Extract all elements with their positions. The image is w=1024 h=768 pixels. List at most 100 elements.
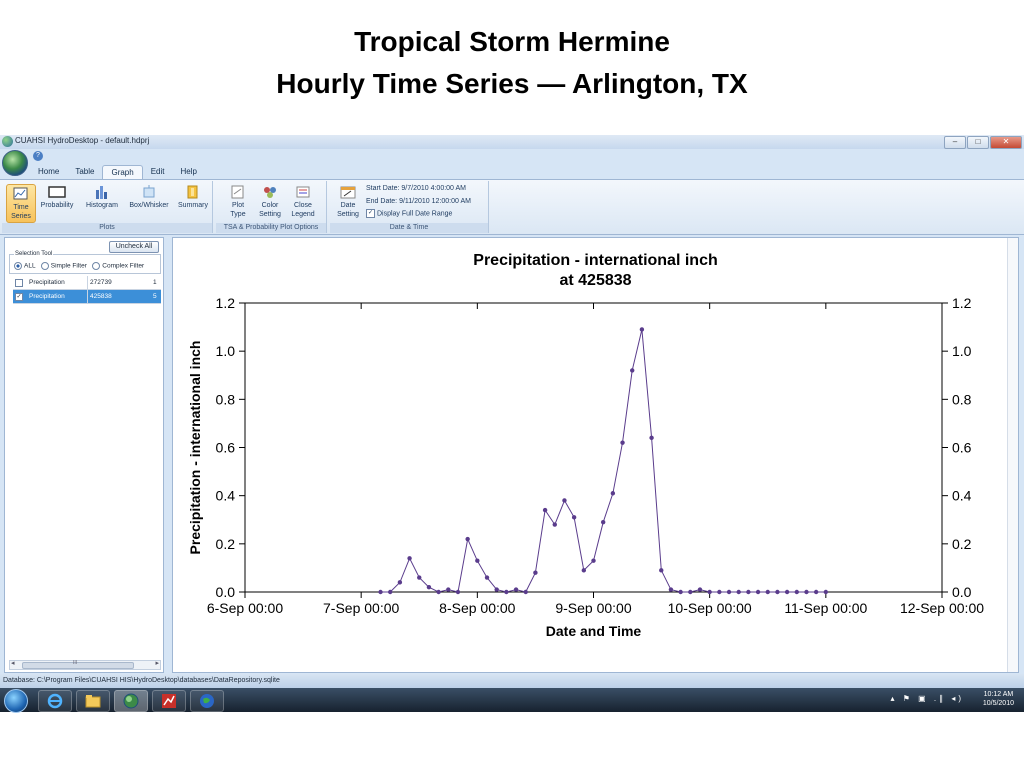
data-point	[697, 587, 703, 592]
row-count: 1	[153, 279, 157, 286]
box-whisker-button[interactable]: Box/Whisker	[126, 184, 172, 210]
data-point	[678, 589, 683, 595]
folder-icon	[85, 695, 101, 708]
histogram-button[interactable]: Histogram	[82, 184, 122, 210]
help-icon[interactable]: ?	[33, 151, 43, 161]
full-date-range-option[interactable]: ✓ Display Full Date Range	[366, 209, 452, 218]
hydrodesktop-icon	[123, 693, 139, 709]
series-line	[380, 329, 826, 593]
clock[interactable]: 10:12 AM 10/5/2010	[983, 690, 1014, 708]
table-row[interactable]: Precipitation 272739 1	[13, 276, 161, 290]
app-icon	[2, 136, 13, 147]
taskbar: ▴ ⚑ ▣ .∥ ◂) 10:12 AM 10/5/2010	[0, 688, 1024, 713]
y-tick-label-right: 0.0	[952, 584, 972, 600]
close-button[interactable]: ✕	[990, 136, 1022, 149]
plot-frame	[244, 302, 943, 593]
summary-label: Summary	[178, 202, 208, 209]
data-point	[475, 558, 480, 563]
data-point	[446, 587, 451, 592]
plot-type-label-1: Plot	[231, 202, 245, 209]
end-date-text: End Date: 9/11/2010 12:00:00 AM	[366, 198, 471, 205]
full-date-range-checkbox[interactable]: ✓	[366, 209, 375, 218]
histogram-icon	[96, 186, 107, 199]
radio-complex-filter[interactable]	[92, 262, 101, 270]
data-point	[639, 327, 645, 332]
y-tick-label: 0.0	[216, 584, 236, 600]
data-point	[426, 584, 432, 590]
close-legend-button[interactable]: Close Legend	[288, 184, 318, 219]
y-tick-label: 1.0	[216, 343, 236, 359]
data-point	[746, 589, 751, 595]
plot-type-button[interactable]: Plot Type	[224, 184, 252, 219]
application-orb-button[interactable]	[2, 150, 28, 176]
horizontal-scrollbar[interactable]: ◂ III ▸	[9, 660, 161, 670]
date-setting-label-1: Date	[340, 202, 356, 209]
data-point	[726, 589, 732, 595]
date-setting-icon	[340, 186, 356, 199]
y-tick-label: 0.6	[216, 440, 236, 456]
taskbar-explorer[interactable]	[76, 690, 110, 712]
row-checkbox[interactable]: ✓	[15, 293, 23, 301]
taskbar-app3[interactable]	[190, 690, 224, 712]
x-tick-label: 8-Sep 00:00	[439, 600, 515, 616]
radio-all[interactable]	[14, 262, 22, 270]
series-selector-panel: Uncheck All Selection Tool ALL Simple Fi…	[4, 237, 164, 673]
globe-icon	[200, 694, 214, 708]
time-series-icon	[13, 187, 28, 200]
row-count: 5	[153, 293, 157, 300]
vertical-scrollbar[interactable]	[1007, 238, 1018, 672]
x-axis-label: Date and Time	[546, 623, 642, 639]
taskbar-ie[interactable]	[38, 690, 72, 712]
close-legend-label-2: Legend	[291, 211, 315, 218]
data-point	[542, 507, 548, 513]
scroll-thumb[interactable]: III	[22, 660, 134, 669]
minimize-button[interactable]: –	[944, 136, 966, 149]
probability-icon	[48, 186, 66, 198]
color-setting-label-1: Color	[261, 202, 279, 209]
taskbar-hydrodesktop[interactable]	[114, 690, 148, 712]
y-tick-label-right: 1.0	[952, 343, 972, 359]
x-tick-label: 10-Sep 00:00	[668, 600, 752, 616]
window-titlebar[interactable]: CUAHSI HydroDesktop - default.hdprj – □ …	[0, 135, 1024, 149]
radio-simple-filter[interactable]	[40, 262, 49, 270]
time-series-label-1: Time	[13, 204, 29, 211]
data-point	[455, 589, 461, 595]
probability-button[interactable]: Probability	[36, 184, 78, 210]
uncheck-all-button[interactable]: Uncheck All	[109, 241, 159, 253]
tab-edit[interactable]: Edit	[143, 165, 173, 179]
tab-help[interactable]: Help	[173, 165, 205, 179]
data-point	[523, 589, 528, 595]
row-checkbox[interactable]	[15, 279, 23, 287]
color-setting-button[interactable]: Color Setting	[256, 184, 284, 219]
scroll-grip-icon: III	[73, 660, 78, 666]
x-tick-label: 11-Sep 00:00	[784, 600, 867, 616]
tab-home[interactable]: Home	[30, 165, 67, 179]
data-point	[784, 589, 790, 595]
data-point	[388, 589, 393, 595]
system-tray-icons[interactable]: ▴ ⚑ ▣ .∥ ◂)	[890, 694, 964, 703]
data-point	[581, 568, 587, 573]
y-tick-label: 0.8	[216, 391, 236, 407]
time-series-button[interactable]: Time Series	[6, 184, 36, 223]
taskbar-app2[interactable]	[152, 690, 186, 712]
start-button[interactable]	[4, 689, 28, 713]
y-tick-label-right: 0.6	[952, 440, 972, 456]
maximize-button[interactable]: □	[967, 136, 989, 149]
data-point	[668, 587, 674, 592]
color-setting-icon	[264, 187, 276, 198]
time-series-chart[interactable]: 0.0 0.0 0.2 0.2 0.4 0.4 0.6 0.6 0.8 0.8 1.0 1.0 1.2 1…	[173, 238, 1008, 672]
x-tick-label: 9-Sep 00:00	[555, 600, 631, 616]
table-row[interactable]: ✓ Precipitation 425838 5	[13, 290, 161, 304]
clock-time: 10:12 AM	[983, 691, 1014, 698]
summary-button[interactable]: Summary	[176, 184, 210, 210]
y-tick-label: 0.4	[216, 488, 236, 504]
data-point	[600, 519, 606, 525]
tab-table[interactable]: Table	[67, 165, 102, 179]
tab-graph[interactable]: Graph	[102, 165, 143, 180]
slide-title-line1: Tropical Storm Hermine	[354, 26, 670, 57]
data-point	[494, 587, 499, 592]
scroll-right-icon[interactable]: ▸	[155, 659, 159, 667]
scroll-left-icon[interactable]: ◂	[11, 659, 15, 667]
date-setting-button[interactable]: Date Setting	[334, 184, 362, 219]
data-point	[755, 589, 761, 595]
